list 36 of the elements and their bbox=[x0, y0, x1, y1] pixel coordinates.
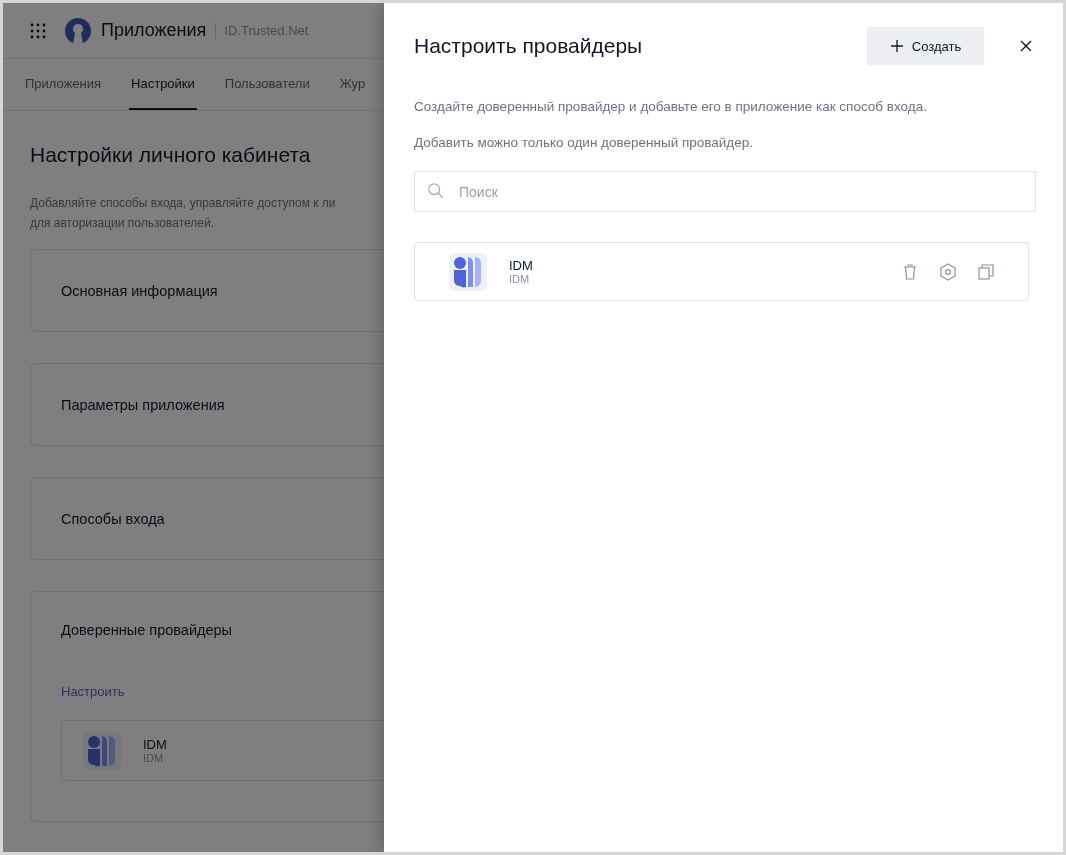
info-text: Добавить можно только один доверенный провайдер. bbox=[414, 134, 754, 152]
description-line: Добавляйте способы входа, управляйте доступом к ли bbox=[30, 195, 337, 212]
section-title: Основная информация bbox=[61, 282, 218, 299]
description-line: для авторизации пользователей. bbox=[30, 215, 216, 232]
search-icon bbox=[427, 182, 445, 200]
organization-name: ID.Trusted.Net bbox=[215, 22, 309, 39]
provider-name: IDM bbox=[143, 737, 167, 752]
search-field[interactable]: Поиск bbox=[414, 171, 1036, 212]
nav-tab[interactable]: Приложения bbox=[23, 59, 104, 110]
provider-logo-icon bbox=[449, 252, 487, 291]
provider-subtitle: IDM bbox=[509, 273, 531, 285]
nav-tab[interactable]: Настройки bbox=[129, 59, 197, 110]
app-title: Приложения bbox=[101, 20, 207, 41]
nav-tab[interactable]: Пользователи bbox=[222, 59, 312, 110]
settings-icon bbox=[938, 261, 958, 282]
copy-button[interactable] bbox=[976, 261, 996, 282]
panel-title: Настроить провайдеры bbox=[414, 34, 644, 58]
provider-logo-icon bbox=[83, 731, 121, 770]
create-button[interactable]: Создать bbox=[867, 27, 984, 65]
section-card[interactable]: Способы входа bbox=[30, 477, 384, 560]
page-title: Настройки личного кабинета bbox=[30, 143, 312, 167]
configure-link[interactable]: Настроить bbox=[61, 684, 125, 699]
provider-name: IDM bbox=[509, 258, 534, 273]
section-card[interactable]: Параметры приложения bbox=[30, 363, 384, 446]
section-title: Параметры приложения bbox=[61, 396, 225, 413]
provider-subtitle: IDM bbox=[143, 752, 165, 764]
logo-icon bbox=[65, 17, 91, 44]
settings-button[interactable] bbox=[938, 261, 958, 282]
nav-tab[interactable]: Жур bbox=[337, 59, 368, 110]
section-card[interactable]: Основная информация bbox=[30, 249, 384, 332]
info-text: Создайте доверенный провайдер и добавьте его в приложение как способ входа. bbox=[414, 98, 928, 116]
section-title: Способы входа bbox=[61, 510, 165, 527]
plus-icon bbox=[889, 39, 904, 53]
copy-icon bbox=[976, 261, 996, 282]
apps-grid-icon[interactable] bbox=[29, 21, 47, 40]
section-title: Доверенные провайдеры bbox=[61, 622, 233, 638]
